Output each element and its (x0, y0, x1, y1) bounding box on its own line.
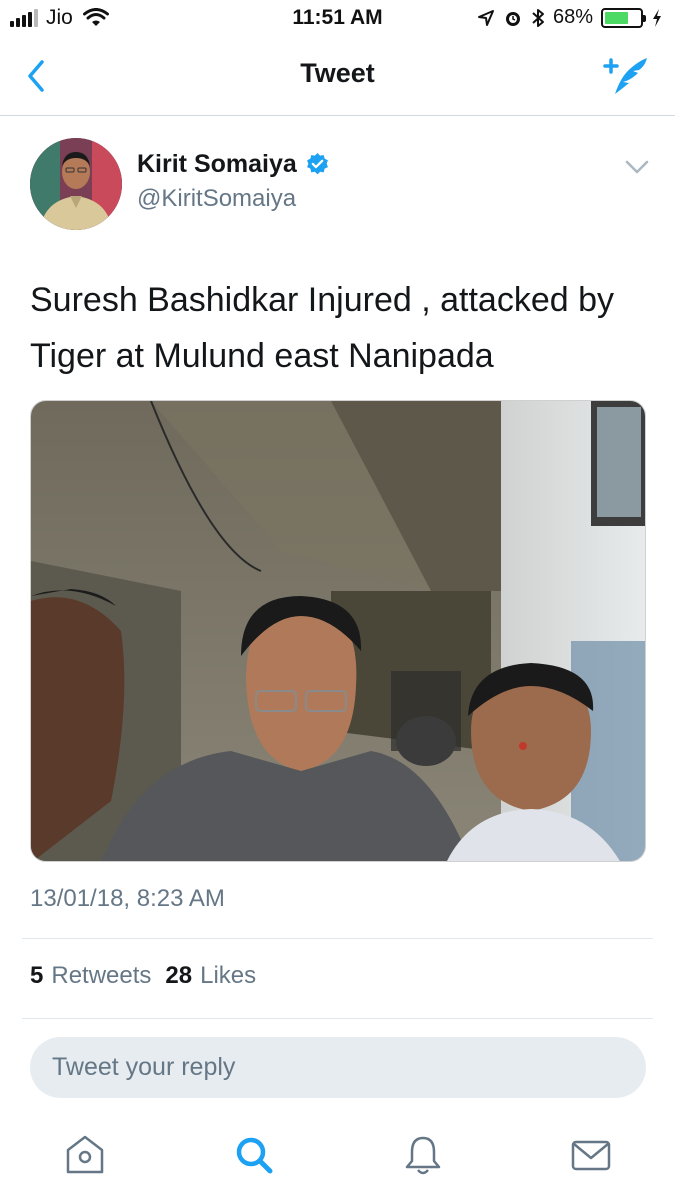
bluetooth-icon (532, 8, 544, 27)
retweets-count: 5 (30, 962, 44, 989)
battery-percent: 68% (552, 6, 593, 28)
likes-label: Likes (200, 962, 257, 989)
avatar[interactable] (30, 138, 122, 230)
photo-image (31, 401, 645, 861)
tweet-text: Suresh Bashidkar Injured , attacked by T… (30, 281, 614, 375)
home-icon[interactable] (62, 1132, 108, 1178)
divider (22, 1018, 653, 1019)
compose-tweet-icon[interactable] (601, 54, 649, 98)
likes-stat[interactable]: 28 Likes (165, 962, 256, 990)
charging-icon (653, 8, 661, 27)
tweet-photo[interactable] (30, 400, 646, 862)
chevron-down-icon[interactable] (624, 158, 650, 176)
messages-icon[interactable] (568, 1132, 614, 1178)
location-icon (477, 9, 494, 26)
tweet-stats: 5 Retweets 28 Likes (30, 962, 270, 990)
avatar-image (30, 138, 122, 230)
reply-input[interactable]: Tweet your reply (30, 1037, 646, 1098)
page-title: Tweet (300, 58, 375, 88)
retweets-label: Retweets (51, 962, 152, 989)
notifications-icon[interactable] (400, 1132, 446, 1178)
author-handle[interactable]: @KiritSomaiya (137, 185, 296, 213)
search-icon[interactable] (231, 1132, 277, 1178)
tweet-timestamp: 13/01/18, 8:23 AM (30, 885, 225, 912)
author-name[interactable]: Kirit Somaiya (137, 150, 297, 179)
nav-bar: Tweet (0, 36, 675, 116)
author-row[interactable]: Kirit Somaiya (137, 150, 330, 179)
alarm-icon (505, 11, 520, 26)
likes-count: 28 (165, 962, 193, 989)
divider (22, 938, 653, 939)
battery-icon (601, 7, 646, 28)
reply-placeholder: Tweet your reply (52, 1053, 236, 1081)
verified-badge-icon (306, 153, 328, 175)
retweets-stat[interactable]: 5 Retweets (30, 962, 151, 990)
tab-bar (0, 1110, 675, 1200)
status-right: 68% (477, 6, 663, 29)
status-bar: Jio 11:51 AM 68% (0, 0, 675, 36)
